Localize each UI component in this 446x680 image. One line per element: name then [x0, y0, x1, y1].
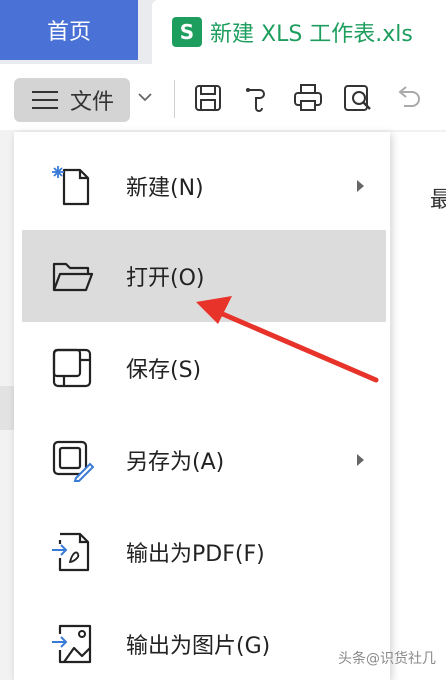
watermark: 头条@识货社几 [338, 651, 436, 667]
annotation-arrow [196, 296, 379, 383]
